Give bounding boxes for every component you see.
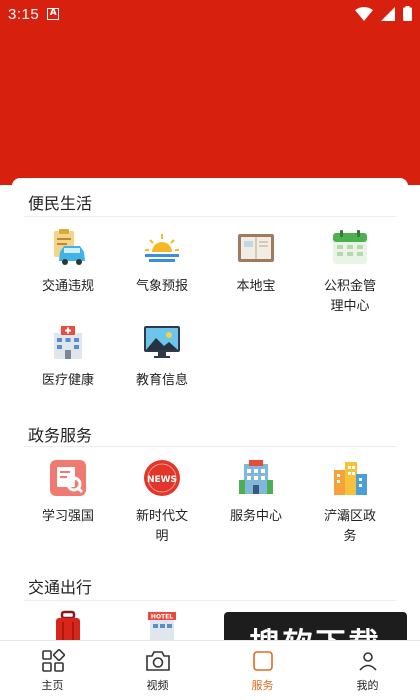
divider	[24, 216, 396, 217]
service-label: 学习强国	[41, 509, 94, 524]
service-item-local-guide[interactable]: 本地宝	[210, 228, 302, 297]
building-icon	[236, 458, 276, 498]
car-clipboard-icon	[48, 228, 88, 268]
service-item-luggage[interactable]	[22, 610, 114, 640]
sunrise-icon	[142, 228, 182, 268]
city-buildings-icon	[330, 458, 370, 498]
tab-video[interactable]: 视频	[105, 641, 210, 700]
camera-icon	[145, 651, 170, 671]
tab-profile[interactable]: 我的	[315, 641, 420, 700]
service-label: 本地宝	[236, 279, 276, 294]
service-item-housing-fund[interactable]: 公积金管理中心	[304, 228, 396, 317]
divider	[24, 600, 396, 601]
service-item-xuexi[interactable]: 学习强国	[22, 458, 114, 527]
magnifier-document-icon	[48, 458, 88, 498]
services-card: 便民生活 交通违规 气象预报 本地宝 公积金管理中心 医疗健康 教育信息 政务服…	[12, 178, 408, 640]
battery-icon	[403, 6, 412, 21]
service-label: 公积金管理中心	[323, 279, 376, 314]
section-title-government: 政务服务	[28, 426, 93, 445]
service-label: 教育信息	[135, 373, 188, 388]
service-label: 服务中心	[229, 509, 282, 524]
notification-icon: A	[47, 8, 60, 20]
tab-label: 视频	[146, 679, 169, 692]
svg-text:NEWS: NEWS	[147, 475, 177, 485]
service-item-hotel[interactable]: HOTEL	[116, 610, 208, 640]
bottom-tab-bar: 主页 视频 服务 我的	[0, 640, 420, 700]
service-item-service-center[interactable]: 服务中心	[210, 458, 302, 527]
news-icon: NEWS	[142, 458, 182, 498]
service-item-chanba[interactable]: 浐灞区政务	[304, 458, 396, 547]
service-label: 新时代文明	[135, 509, 188, 544]
wifi-icon	[355, 6, 373, 21]
section-title-life: 便民生活	[28, 194, 93, 213]
service-icon	[252, 651, 273, 671]
hotel-sign-text: HOTEL	[151, 614, 173, 621]
tab-label: 我的	[356, 679, 379, 692]
service-item-education[interactable]: 教育信息	[116, 322, 208, 391]
service-label: 交通违规	[41, 279, 94, 294]
hospital-icon	[48, 322, 88, 362]
status-bar: 3:15 A	[0, 0, 420, 28]
luggage-icon	[48, 610, 88, 640]
service-item-civilization[interactable]: NEWS 新时代文明	[116, 458, 208, 547]
service-item-weather[interactable]: 气象预报	[116, 228, 208, 297]
status-time: 3:15	[8, 5, 40, 23]
section-title-transport: 交通出行	[28, 578, 93, 597]
service-label: 医疗健康	[41, 373, 94, 388]
service-label: 气象预报	[135, 279, 188, 294]
tab-home[interactable]: 主页	[0, 641, 105, 700]
profile-icon	[358, 652, 377, 671]
grid-home-icon	[41, 649, 65, 672]
hotel-icon: HOTEL	[142, 610, 182, 640]
notebook-icon	[236, 228, 276, 268]
service-label: 浐灞区政务	[323, 509, 376, 544]
monitor-landscape-icon	[142, 322, 182, 362]
service-item-medical[interactable]: 医疗健康	[22, 322, 114, 391]
tab-service[interactable]: 服务	[210, 641, 315, 700]
tab-label: 服务	[251, 679, 274, 692]
tab-label: 主页	[41, 679, 64, 692]
divider	[24, 446, 396, 447]
calendar-icon	[330, 228, 370, 268]
service-item-traffic-violation[interactable]: 交通违规	[22, 228, 114, 297]
signal-icon	[381, 6, 395, 21]
